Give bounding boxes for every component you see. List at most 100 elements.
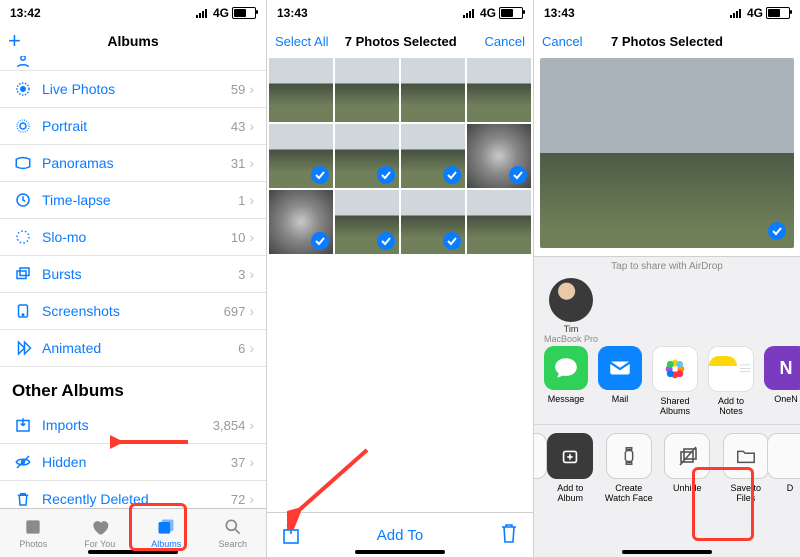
photo-thumb[interactable] <box>467 190 531 254</box>
add-button[interactable]: + <box>8 28 60 54</box>
album-row[interactable]: Slo-mo 10 › <box>0 219 266 256</box>
album-row[interactable]: Time-lapse 1 › <box>0 182 266 219</box>
home-indicator[interactable] <box>355 550 445 554</box>
signal-icon <box>730 8 744 18</box>
app-mail[interactable]: Mail <box>598 346 642 416</box>
trash-icon <box>12 490 34 508</box>
select-all-button[interactable]: Select All <box>275 34 328 49</box>
photo-thumb[interactable] <box>269 58 333 122</box>
album-row[interactable]: Live Photos 59 › <box>0 71 266 108</box>
album-row[interactable] <box>0 56 266 71</box>
nav-bar: Cancel 7 Photos Selected <box>534 26 800 56</box>
contact-device: MacBook Pro <box>544 334 598 344</box>
action-save-to-files[interactable]: Save to Files <box>722 433 771 503</box>
album-count: 72 <box>231 492 245 507</box>
home-indicator[interactable] <box>622 550 712 554</box>
action-watch-face[interactable]: Create Watch Face <box>605 433 654 503</box>
tab-photos[interactable]: Photos <box>0 509 67 557</box>
album-row[interactable]: Screenshots 697 › <box>0 293 266 330</box>
nav-title: 7 Photos Selected <box>328 34 473 49</box>
action-label: Create Watch Face <box>605 483 654 503</box>
airdrop-row: Tim MacBook Pro <box>534 276 800 346</box>
photo-thumb[interactable] <box>401 124 465 188</box>
action-unhide[interactable]: Unhide <box>663 433 712 503</box>
tab-label: Search <box>218 539 247 549</box>
album-row-hidden[interactable]: Hidden 37 › <box>0 444 266 481</box>
phone-share: 13:43 4G Cancel 7 Photos Selected Tap to… <box>534 0 800 557</box>
chevron-icon: › <box>249 81 254 97</box>
action-more[interactable]: D <box>780 433 800 503</box>
time: 13:43 <box>544 6 575 20</box>
album-row[interactable]: Panoramas 31 › <box>0 145 266 182</box>
app-message[interactable]: Message <box>544 346 588 416</box>
album-label: Time-lapse <box>42 192 238 208</box>
photo-thumb[interactable] <box>467 124 531 188</box>
action-label: Save to Files <box>722 483 771 503</box>
cancel-button[interactable]: Cancel <box>473 34 525 49</box>
chevron-icon: › <box>249 303 254 319</box>
photo-thumb[interactable] <box>269 124 333 188</box>
signal-icon <box>463 8 477 18</box>
nav-title: 7 Photos Selected <box>594 34 740 49</box>
tab-label: For You <box>84 539 115 549</box>
avatar <box>549 278 593 322</box>
photo-thumb[interactable] <box>335 124 399 188</box>
app-row: Message Mail Shared Albums Add to Notes … <box>534 346 800 424</box>
check-icon <box>377 232 395 250</box>
check-icon <box>377 166 395 184</box>
app-notes[interactable]: Add to Notes <box>708 346 754 416</box>
live-photos-icon <box>12 80 34 98</box>
chevron-icon: › <box>249 266 254 282</box>
chevron-icon: › <box>249 229 254 245</box>
delete-button[interactable] <box>499 522 519 548</box>
airdrop-contact[interactable]: Tim MacBook Pro <box>544 278 598 344</box>
album-row[interactable]: Portrait 43 › <box>0 108 266 145</box>
animated-icon <box>12 339 34 357</box>
portrait-icon <box>12 117 34 135</box>
action-add-to-album[interactable]: Add to Album <box>546 433 595 503</box>
screenshots-icon <box>12 302 34 320</box>
photo-thumb[interactable] <box>401 58 465 122</box>
share-button[interactable] <box>281 521 301 549</box>
cancel-button[interactable]: Cancel <box>542 34 594 49</box>
album-count: 31 <box>231 156 245 171</box>
chevron-icon: › <box>249 192 254 208</box>
album-label: Bursts <box>42 266 238 282</box>
action-label: Add to Album <box>546 483 595 503</box>
album-label: Animated <box>42 340 238 356</box>
check-icon <box>768 222 786 240</box>
photo-thumb[interactable] <box>335 58 399 122</box>
album-count: 3,854 <box>213 418 246 433</box>
album-row[interactable]: Recently Deleted 72 › <box>0 481 266 508</box>
photo-thumb[interactable] <box>401 190 465 254</box>
app-onenote[interactable]: NOneN <box>764 346 800 416</box>
photo-thumb[interactable] <box>269 190 333 254</box>
time: 13:43 <box>277 6 308 20</box>
album-count: 43 <box>231 119 245 134</box>
action-slideshow[interactable]: ow <box>534 433 536 503</box>
photo-preview[interactable] <box>540 58 794 248</box>
app-shared-albums[interactable]: Shared Albums <box>652 346 698 416</box>
add-to-button[interactable]: Add To <box>377 527 423 544</box>
album-label: Panoramas <box>42 155 231 171</box>
home-indicator[interactable] <box>88 550 178 554</box>
photo-thumb[interactable] <box>335 190 399 254</box>
bursts-icon <box>12 265 34 283</box>
chevron-icon: › <box>249 118 254 134</box>
album-row[interactable]: Animated 6 › <box>0 330 266 367</box>
photo-thumb[interactable] <box>467 58 531 122</box>
action-label: Unhide <box>673 483 702 493</box>
album-count: 6 <box>238 341 245 356</box>
tab-label: Albums <box>151 539 181 549</box>
album-count: 1 <box>238 193 245 208</box>
album-count: 10 <box>231 230 245 245</box>
tab-search[interactable]: Search <box>200 509 267 557</box>
album-label: Slo-mo <box>42 229 231 245</box>
album-row[interactable]: Imports 3,854 › <box>0 407 266 444</box>
album-row[interactable]: Bursts 3 › <box>0 256 266 293</box>
app-label: Message <box>548 394 585 404</box>
album-label: Portrait <box>42 118 231 134</box>
timelapse-icon <box>12 191 34 209</box>
check-icon <box>443 166 461 184</box>
panoramas-icon <box>12 154 34 172</box>
